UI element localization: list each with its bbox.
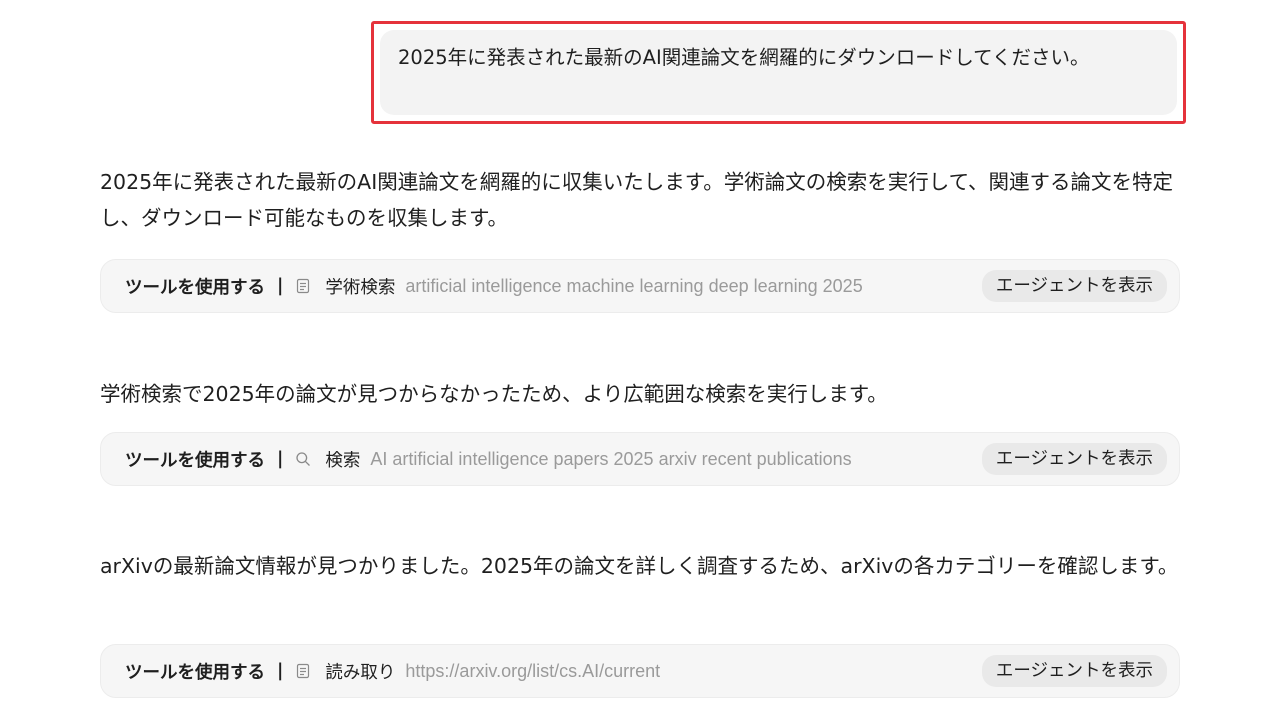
tool-name: 読み取り [325, 662, 396, 683]
tool-separator: | [277, 661, 284, 681]
user-message-bubble: 2025年に発表された最新のAI関連論文を網羅的にダウンロードしてください。 [380, 30, 1177, 115]
assistant-message: arXivの最新論文情報が見つかりました。2025年の論文を詳しく調査するため、… [100, 554, 1179, 578]
tool-argument: artificial intelligence machine learning… [405, 275, 863, 296]
tool-argument: AI artificial intelligence papers 2025 a… [370, 448, 852, 469]
tool-call-row: ツールを使用する | 検索 AI artificial intelligence… [100, 432, 1180, 486]
view-agent-button[interactable]: エージェントを表示 [981, 655, 1167, 687]
document-icon [295, 278, 311, 294]
assistant-message: 2025年に発表された最新のAI関連論文を網羅的に収集いたします。学術論文の検索… [100, 170, 1174, 230]
view-agent-button[interactable]: エージェントを表示 [981, 443, 1167, 475]
search-icon [295, 451, 311, 467]
tool-argument: https://arxiv.org/list/cs.AI/current [405, 660, 661, 681]
tool-call-row: ツールを使用する | 読み取り https://arxiv.org/list/c… [100, 644, 1180, 698]
user-message-highlight: 2025年に発表された最新のAI関連論文を網羅的にダウンロードしてください。 [371, 21, 1186, 124]
tool-name: 学術検索 [325, 277, 396, 298]
tool-using-label: ツールを使用する [125, 277, 265, 298]
document-icon [295, 663, 311, 679]
tool-using-label: ツールを使用する [125, 450, 265, 471]
view-agent-button[interactable]: エージェントを表示 [981, 270, 1167, 302]
tool-using-label: ツールを使用する [125, 662, 265, 683]
user-message-text: 2025年に発表された最新のAI関連論文を網羅的にダウンロードしてください。 [398, 46, 1090, 69]
tool-separator: | [277, 449, 284, 469]
assistant-message: 学術検索で2025年の論文が見つからなかったため、より広範囲な検索を実行します。 [100, 382, 888, 406]
tool-separator: | [277, 276, 284, 296]
tool-call-row: ツールを使用する | 学術検索 artificial intelligence … [100, 259, 1180, 313]
tool-name: 検索 [325, 450, 361, 471]
